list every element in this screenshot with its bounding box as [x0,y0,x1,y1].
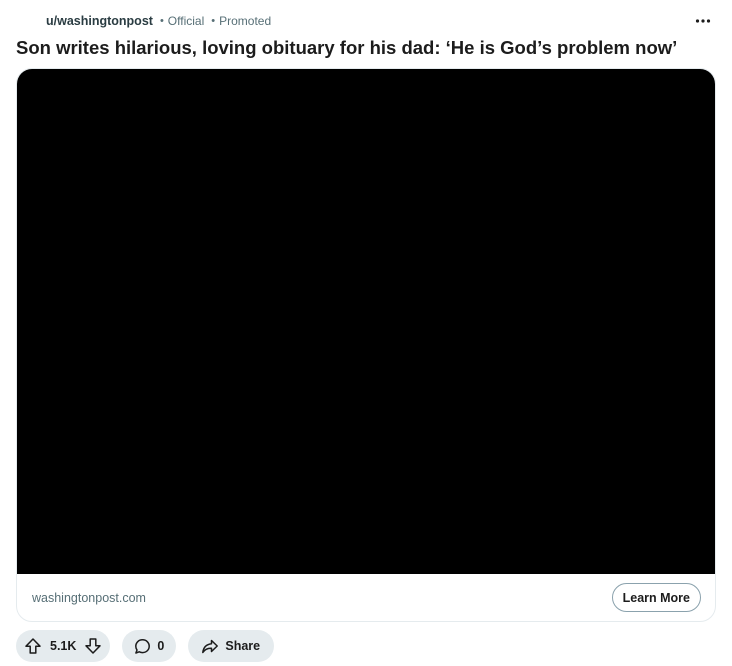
downvote-arrow-icon [84,637,102,655]
meta-separator: • [211,15,216,27]
comment-count: 0 [157,639,165,653]
share-label: Share [225,639,261,653]
vote-score: 5.1K [50,639,77,653]
domain-link[interactable]: washingtonpost.com [32,591,146,605]
video-player[interactable] [17,69,715,574]
official-label: Official [167,14,205,28]
more-horizontal-icon [695,19,711,23]
avatar[interactable] [16,11,36,31]
promoted-label: Promoted [219,14,272,28]
more-options-button[interactable] [690,8,716,34]
learn-more-button[interactable]: Learn More [611,583,701,612]
media-card: washingtonpost.com Learn More [16,68,716,622]
author-link[interactable]: u/washingtonpost [46,14,153,28]
downvote-button[interactable] [82,635,104,657]
share-button[interactable]: Share [188,630,275,662]
comment-bubble-icon [134,638,151,655]
comments-button[interactable]: 0 [122,630,177,662]
post-title[interactable]: Son writes hilarious, loving obituary fo… [16,36,716,60]
link-bar: washingtonpost.com Learn More [17,574,715,621]
post-header: u/washingtonpost • Official • Promoted [16,10,716,32]
vote-pill: 5.1K [16,630,111,662]
share-arrow-icon [201,638,219,655]
upvote-arrow-icon [24,637,42,655]
action-bar: 5.1K 0 Share [16,630,275,662]
meta-separator: • [159,15,164,27]
upvote-button[interactable] [22,635,44,657]
